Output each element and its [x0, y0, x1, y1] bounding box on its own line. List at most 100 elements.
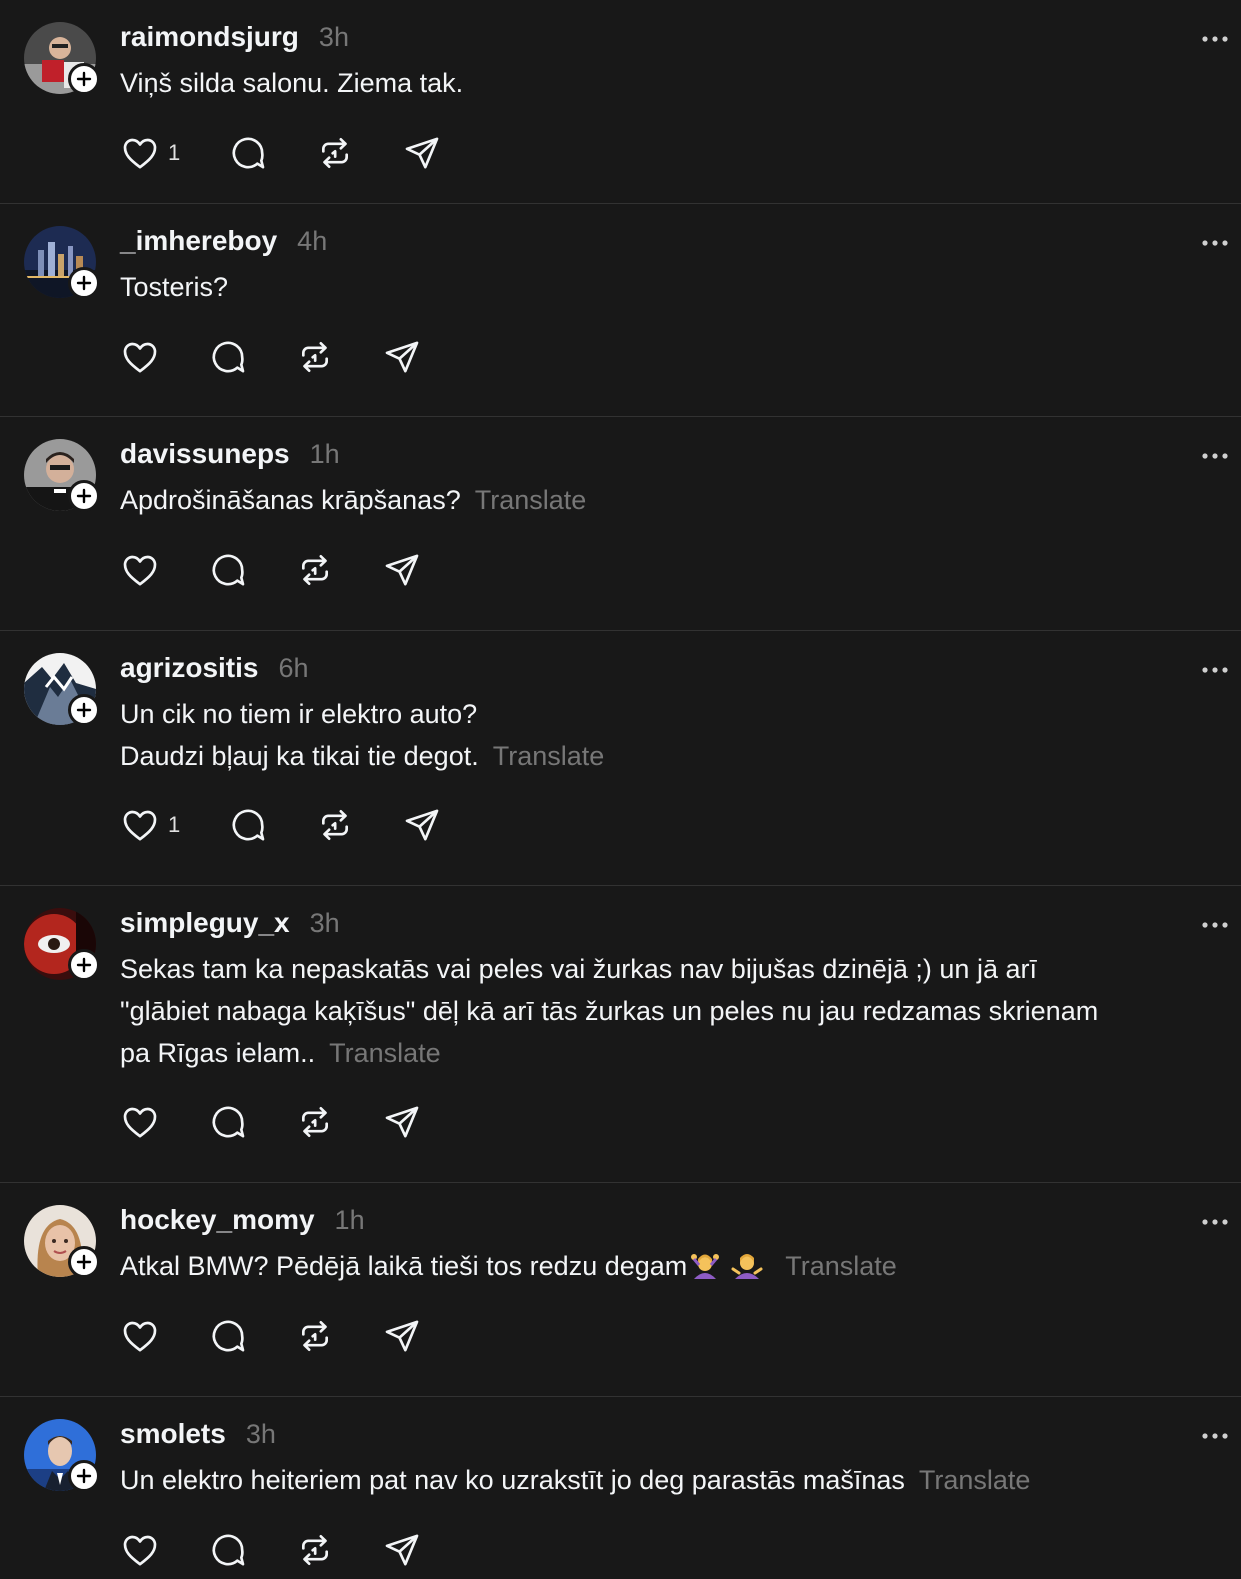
plus-icon	[76, 275, 92, 291]
like-button[interactable]	[120, 337, 208, 377]
translate-link[interactable]: Translate	[919, 1465, 1031, 1495]
follow-button[interactable]	[68, 694, 100, 726]
translate-link[interactable]: Translate	[493, 741, 605, 771]
post-content: smolets 3h Un elektro heiteriem pat nav ko…	[120, 1413, 1201, 1501]
like-count: 1	[168, 812, 181, 837]
share-button[interactable]	[382, 550, 442, 590]
follow-button[interactable]	[68, 63, 100, 95]
share-button[interactable]	[402, 133, 462, 173]
post-content: _imhereboy 4h Tosteris?	[120, 220, 1201, 308]
post-timestamp[interactable]: 1h	[335, 1205, 365, 1236]
reply-post: davissuneps 1h Apdrošināšanas krāpšanas? Tr…	[0, 417, 1241, 631]
post-timestamp[interactable]: 4h	[297, 226, 327, 257]
repost-button[interactable]	[315, 133, 402, 173]
share-button[interactable]	[382, 1530, 442, 1570]
avatar-container	[24, 908, 100, 981]
more-options-button[interactable]	[1201, 1427, 1229, 1439]
username-link[interactable]: raimondsjurg	[120, 21, 299, 53]
reply-post: raimondsjurg 3h Viņš silda salonu. Ziema t…	[0, 0, 1241, 204]
like-button[interactable]	[120, 550, 208, 590]
repost-button[interactable]	[315, 805, 402, 845]
comment-button[interactable]	[228, 133, 315, 173]
post-text-line: Sekas tam ka nepaskatās vai peles vai žu…	[120, 948, 1201, 990]
more-options-button[interactable]	[1201, 234, 1229, 246]
post-timestamp[interactable]: 3h	[319, 22, 349, 53]
post-timestamp[interactable]: 6h	[278, 653, 308, 684]
like-button[interactable]: 1	[120, 133, 228, 173]
share-icon	[382, 1530, 422, 1570]
more-icon	[1201, 1427, 1229, 1444]
post-content: agrizositis 6h Un cik no tiem ir elektro a…	[120, 647, 1201, 777]
username-link[interactable]: hockey_momy	[120, 1204, 315, 1236]
follow-button[interactable]	[68, 267, 100, 299]
repost-button[interactable]	[295, 1530, 382, 1570]
follow-button[interactable]	[68, 1460, 100, 1492]
like-button[interactable]	[120, 1530, 208, 1570]
share-button[interactable]	[382, 337, 442, 377]
comment-button[interactable]	[208, 550, 295, 590]
more-options-button[interactable]	[1201, 1213, 1229, 1225]
repost-icon	[315, 805, 355, 845]
post-text-line: Daudzi bļauj ka tikai tie degot. Translat…	[120, 735, 1201, 777]
username-link[interactable]: agrizositis	[120, 652, 258, 684]
post-text-line: Viņš silda salonu. Ziema tak.	[120, 62, 1201, 104]
post-timestamp[interactable]: 3h	[246, 1419, 276, 1450]
share-button[interactable]	[382, 1102, 442, 1142]
username-link[interactable]: smolets	[120, 1418, 226, 1450]
comment-button[interactable]	[228, 805, 315, 845]
follow-button[interactable]	[68, 1246, 100, 1278]
post-content: hockey_momy 1h Atkal BMW? Pēdējā laikā tie…	[120, 1199, 1201, 1287]
repost-icon	[295, 1316, 335, 1356]
more-icon	[1201, 30, 1229, 47]
follow-button[interactable]	[68, 949, 100, 981]
repost-icon	[295, 337, 335, 377]
post-text-content: Atkal BMW? Pēdējā laikā tieši tos redzu …	[120, 1251, 688, 1281]
post-actions	[120, 550, 442, 590]
like-count: 1	[168, 140, 181, 165]
like-button[interactable]: 1	[120, 805, 228, 845]
more-options-button[interactable]	[1201, 447, 1229, 459]
translate-link[interactable]: Translate	[785, 1251, 897, 1281]
reply-post: hockey_momy 1h Atkal BMW? Pēdējā laikā tie…	[0, 1183, 1241, 1397]
comment-button[interactable]	[208, 1530, 295, 1570]
post-text: Atkal BMW? Pēdējā laikā tieši tos redzu …	[120, 1245, 1201, 1287]
more-options-button[interactable]	[1201, 916, 1229, 928]
username-link[interactable]: simpleguy_x	[120, 907, 290, 939]
repost-icon	[295, 1530, 335, 1570]
post-text: Un elektro heiteriem pat nav ko uzrakstī…	[120, 1459, 1201, 1501]
comment-button[interactable]	[208, 1316, 295, 1356]
repost-button[interactable]	[295, 1316, 382, 1356]
follow-button[interactable]	[68, 480, 100, 512]
more-icon	[1201, 234, 1229, 251]
more-options-button[interactable]	[1201, 661, 1229, 673]
comment-button[interactable]	[208, 1102, 295, 1142]
repost-button[interactable]	[295, 550, 382, 590]
like-button[interactable]	[120, 1102, 208, 1142]
more-icon	[1201, 661, 1229, 678]
username-link[interactable]: davissuneps	[120, 438, 290, 470]
post-content: simpleguy_x 3h Sekas tam ka nepaskatās vai…	[120, 902, 1201, 1074]
repost-button[interactable]	[295, 1102, 382, 1142]
plus-icon	[76, 1254, 92, 1270]
comment-icon	[208, 550, 248, 590]
share-button[interactable]	[382, 1316, 442, 1356]
post-timestamp[interactable]: 1h	[310, 439, 340, 470]
repost-button[interactable]	[295, 337, 382, 377]
plus-icon	[76, 71, 92, 87]
post-text-content: Daudzi bļauj ka tikai tie degot.	[120, 741, 479, 771]
comment-icon	[228, 133, 268, 173]
heart-icon	[120, 550, 160, 590]
translate-link[interactable]: Translate	[475, 485, 587, 515]
post-timestamp[interactable]: 3h	[310, 908, 340, 939]
post-header: _imhereboy 4h	[120, 220, 1201, 262]
comment-button[interactable]	[208, 337, 295, 377]
plus-icon	[76, 488, 92, 504]
comment-icon	[208, 337, 248, 377]
share-button[interactable]	[402, 805, 462, 845]
like-button[interactable]	[120, 1316, 208, 1356]
post-content: davissuneps 1h Apdrošināšanas krāpšanas? Tr…	[120, 433, 1201, 521]
avatar-container	[24, 226, 100, 299]
username-link[interactable]: _imhereboy	[120, 225, 277, 257]
translate-link[interactable]: Translate	[329, 1038, 441, 1068]
more-options-button[interactable]	[1201, 30, 1229, 42]
